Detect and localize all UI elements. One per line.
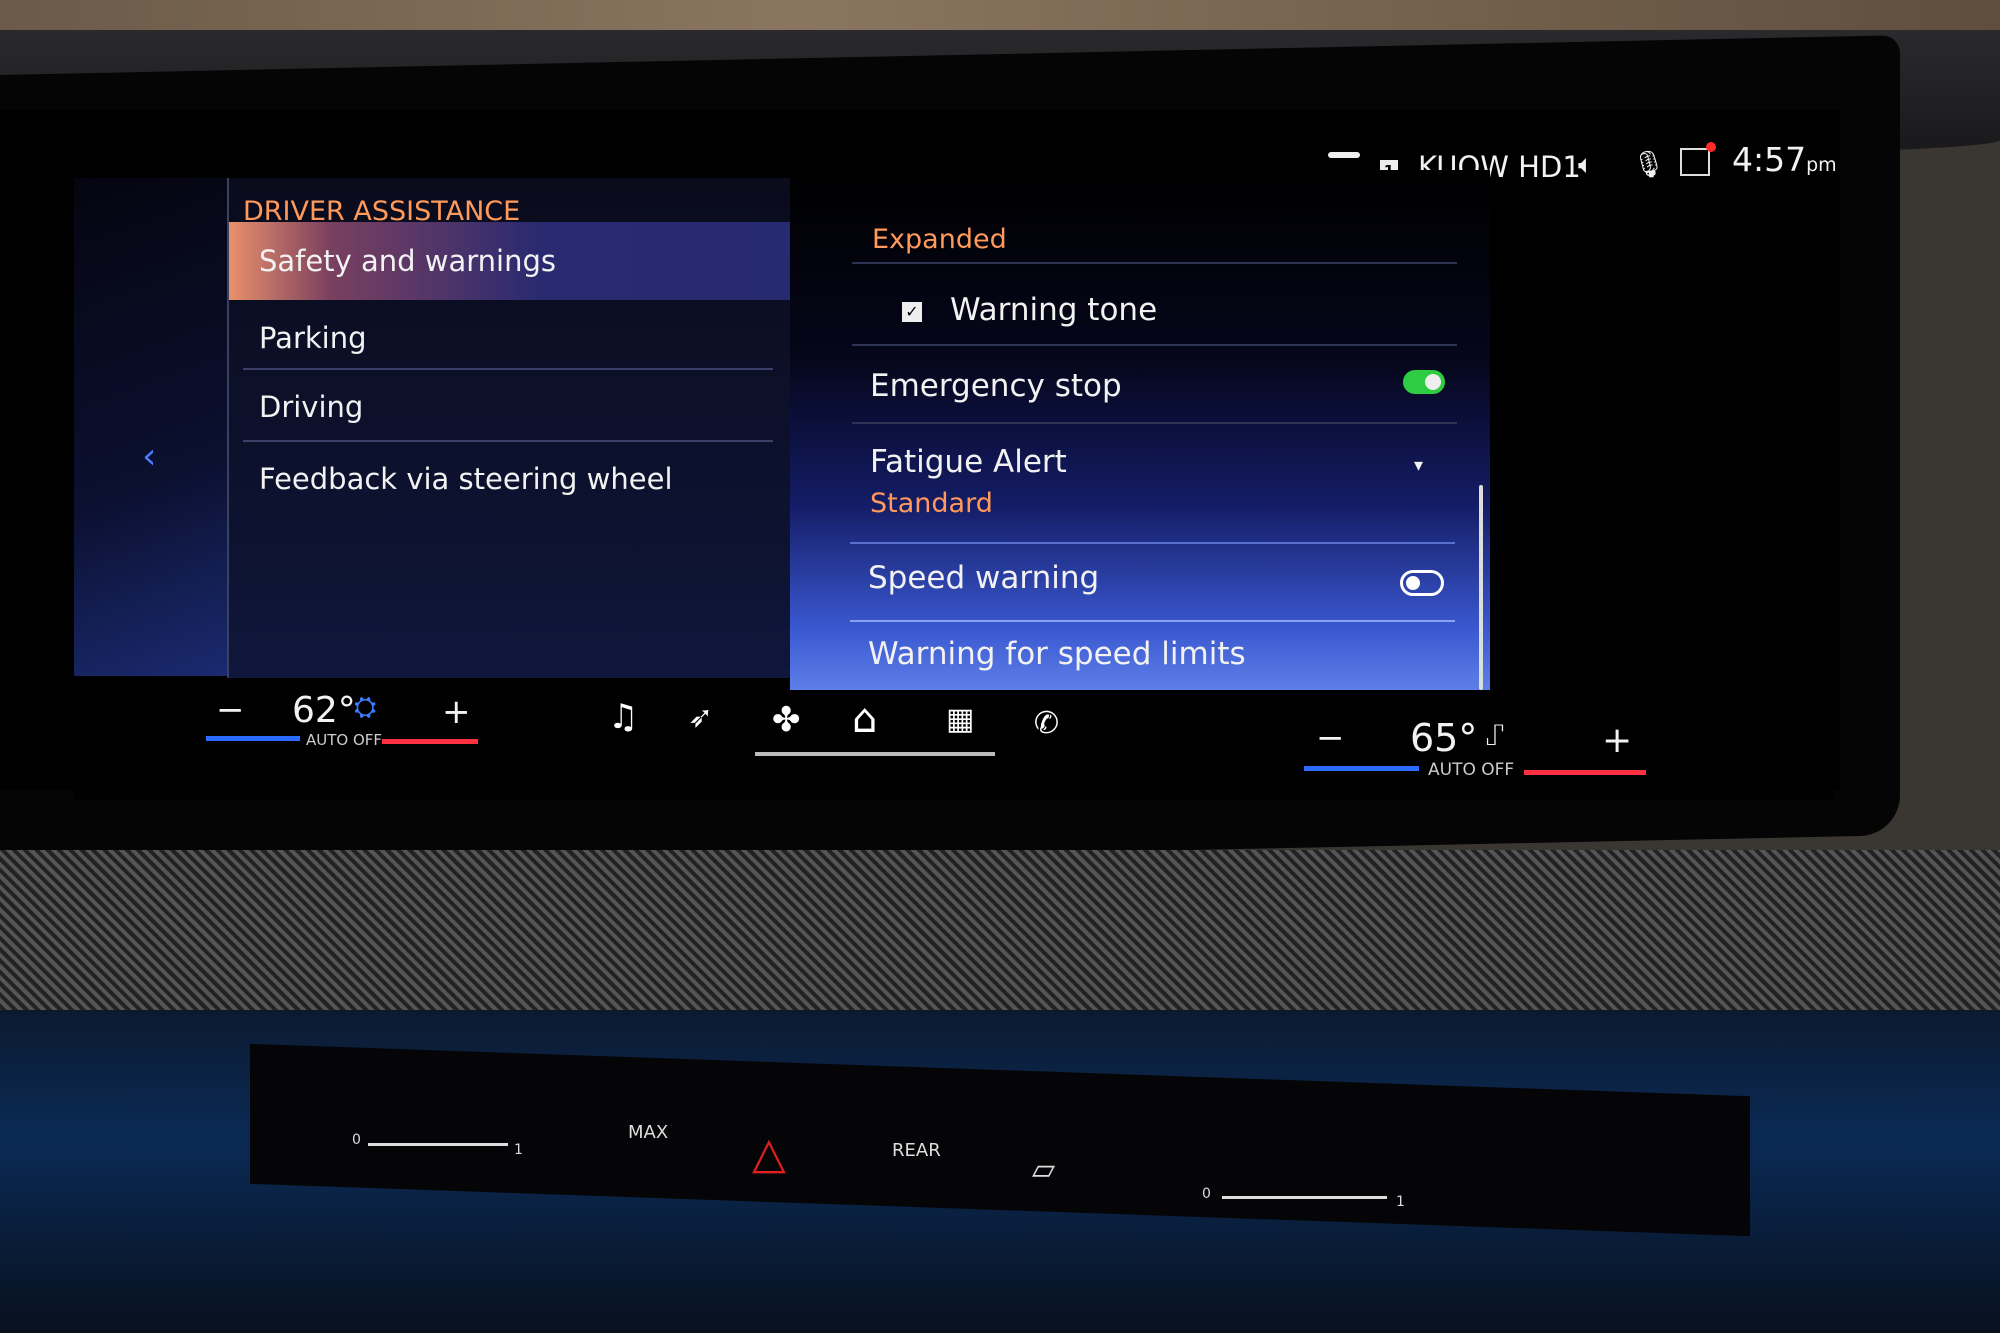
navigation-icon[interactable]: ➶	[688, 700, 713, 735]
speaker-icon[interactable]: 🔈︎	[1578, 150, 1594, 181]
back-chevron-icon[interactable]: ‹	[142, 436, 156, 477]
divider	[852, 422, 1457, 424]
divider	[852, 262, 1457, 264]
sidebar-item-driving[interactable]: Driving	[243, 372, 773, 440]
microphone-icon[interactable]: 🎙︎	[1632, 150, 1665, 180]
section-expanded: Expanded	[872, 224, 1007, 255]
divider	[243, 440, 773, 442]
dropdown-caret-icon[interactable]: ▾	[1414, 455, 1423, 476]
left-temp-up-button[interactable]: +	[442, 692, 471, 732]
sidebar-item-label: Parking	[259, 321, 367, 355]
clock-time: 4:57	[1732, 140, 1807, 179]
right-temp: 65°	[1410, 716, 1478, 760]
clock: 4:57pm	[1732, 140, 1837, 179]
right-warm-bar	[1524, 770, 1646, 775]
music-icon[interactable]: ♫	[608, 697, 638, 737]
left-temp-down-button[interactable]: −	[216, 690, 245, 730]
apps-icon[interactable]: ▦	[946, 702, 974, 737]
right-cool-bar	[1304, 766, 1419, 771]
divider	[850, 620, 1455, 622]
fatigue-alert-value: Standard	[870, 488, 993, 519]
left-warm-bar	[382, 739, 478, 744]
sidebar-item-feedback-via-steering-wheel[interactable]: Feedback via steering wheel	[243, 444, 773, 512]
speed-warning-label: Speed warning	[868, 560, 1100, 596]
left-glow	[74, 178, 227, 676]
sidebar-item-label: Driving	[259, 390, 364, 424]
notification-dot	[1706, 142, 1716, 152]
left-slider-max: 1	[514, 1142, 523, 1158]
right-slider-max: 1	[1396, 1194, 1405, 1210]
warning-for-speed-limits-item[interactable]: Warning for speed limits	[868, 636, 1246, 672]
home-active-indicator	[755, 752, 995, 756]
minimize-bar-icon[interactable]	[1328, 152, 1360, 158]
sidebar-item-label: Feedback via steering wheel	[259, 462, 673, 496]
right-temp-up-button[interactable]: +	[1602, 720, 1632, 761]
divider	[243, 368, 773, 370]
speed-warning-toggle[interactable]	[1400, 570, 1444, 596]
sidebar-item-label: Safety and warnings	[259, 244, 556, 278]
left-fan-slider[interactable]	[368, 1143, 508, 1146]
emergency-stop-label: Emergency stop	[870, 368, 1122, 404]
emergency-stop-toggle[interactable]	[1403, 370, 1445, 394]
left-temp: 62°	[292, 690, 356, 731]
rear-label: REAR	[892, 1140, 941, 1161]
clock-ampm: pm	[1806, 154, 1837, 176]
home-icon[interactable]: ⌂	[852, 696, 877, 742]
sidebar-item-parking[interactable]: Parking	[243, 305, 773, 369]
phone-icon[interactable]: ✆	[1034, 706, 1059, 741]
fatigue-alert-label[interactable]: Fatigue Alert	[870, 444, 1067, 480]
max-defrost-button[interactable]: MAX	[628, 1122, 668, 1143]
divider	[852, 344, 1457, 346]
checkbox-checked-icon[interactable]: ✓	[902, 302, 922, 322]
right-fan-slider[interactable]	[1222, 1196, 1387, 1199]
right-slider-min: 0	[1202, 1186, 1211, 1202]
hazard-button[interactable]: △	[752, 1128, 786, 1179]
max-label: MAX	[628, 1122, 669, 1143]
scrollbar[interactable]	[1479, 485, 1483, 690]
profile-icon[interactable]	[1680, 142, 1716, 176]
rear-defrost-button[interactable]: REAR	[892, 1140, 941, 1161]
divider	[850, 542, 1455, 544]
heated-seat-steering-icon[interactable]: ⛭	[354, 690, 376, 724]
warning-tone-label: Warning tone	[950, 292, 1158, 328]
left-auto-mode[interactable]: AUTO OFF	[306, 731, 382, 749]
sidebar-item-safety-and-warnings[interactable]: Safety and warnings	[229, 222, 791, 300]
fan-icon[interactable]: ✤	[772, 700, 801, 740]
right-auto-mode[interactable]: AUTO OFF	[1428, 760, 1514, 780]
seat-icon[interactable]: ⑀	[1486, 718, 1504, 753]
left-cool-bar	[206, 736, 300, 741]
carbon-trim	[0, 850, 2000, 1020]
right-temp-down-button[interactable]: −	[1316, 718, 1345, 758]
warning-tone-row[interactable]: ✓ Warning tone	[852, 266, 1457, 342]
windshield-icon[interactable]: ▱	[1032, 1152, 1055, 1187]
left-slider-min: 0	[352, 1132, 361, 1148]
